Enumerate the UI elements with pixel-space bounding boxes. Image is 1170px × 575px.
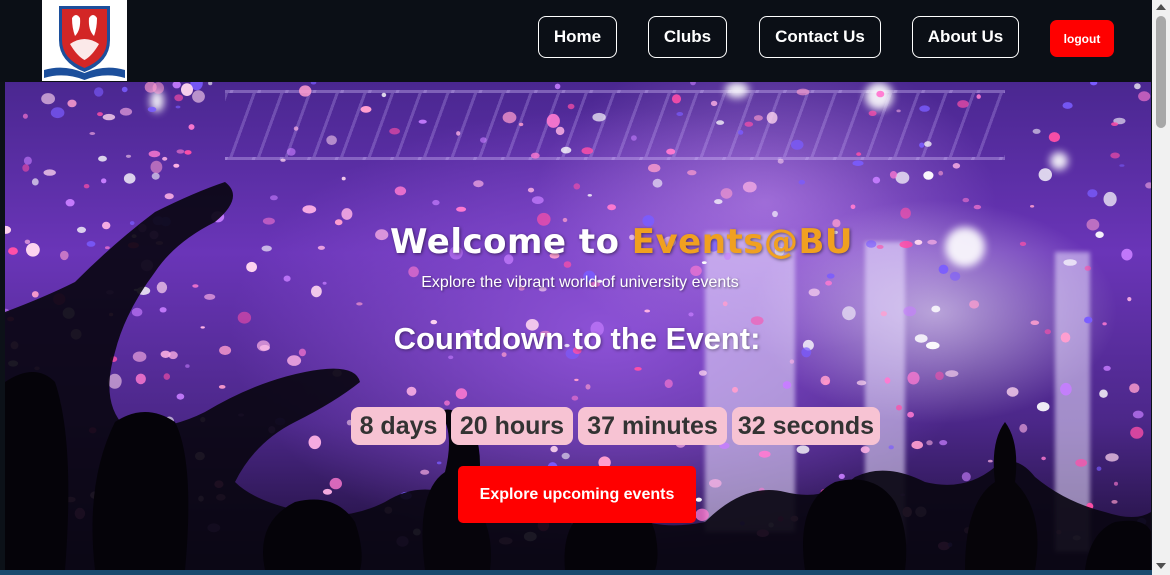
countdown-seconds: 32 seconds <box>732 407 880 445</box>
nav-clubs-button[interactable]: Clubs <box>648 16 727 58</box>
countdown-hours: 20 hours <box>451 407 573 445</box>
vertical-scrollbar[interactable] <box>1152 0 1170 575</box>
countdown-title: Countdown to the Event: <box>393 321 761 356</box>
hero-content: Welcome to Events@BU Explore the vibrant… <box>5 82 1151 570</box>
explore-events-button[interactable]: Explore upcoming events <box>458 466 696 523</box>
scroll-down-arrow-icon[interactable] <box>1156 563 1166 569</box>
welcome-prefix: Welcome to <box>390 222 632 262</box>
top-navbar: Home Clubs Contact Us About Us logout <box>0 0 1152 82</box>
logo[interactable] <box>42 0 127 81</box>
logout-button[interactable]: logout <box>1050 20 1114 57</box>
nav-home-button[interactable]: Home <box>538 16 617 58</box>
page-bottom-edge <box>0 570 1152 575</box>
nav-about-button[interactable]: About Us <box>912 16 1019 58</box>
scroll-up-arrow-icon[interactable] <box>1156 4 1166 10</box>
scrollbar-thumb[interactable] <box>1156 16 1166 128</box>
nav-contact-button[interactable]: Contact Us <box>759 16 881 58</box>
welcome-heading: Welcome to Events@BU <box>390 222 852 272</box>
countdown-days: 8 days <box>351 407 446 445</box>
hero-tagline: Explore the vibrant world of university … <box>421 274 739 291</box>
hero-banner: Welcome to Events@BU Explore the vibrant… <box>5 82 1151 570</box>
countdown-minutes: 37 minutes <box>578 407 727 445</box>
brand-name: Events@BU <box>631 222 853 262</box>
bu-crest-icon <box>44 6 125 80</box>
